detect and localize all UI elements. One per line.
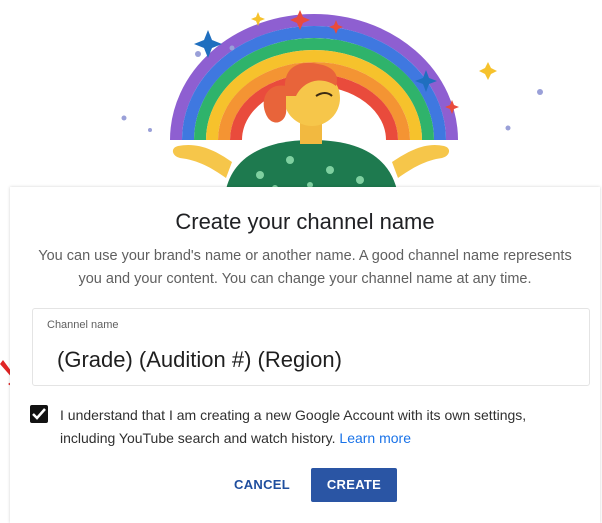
create-button[interactable]: CREATE	[311, 468, 397, 502]
channel-name-input[interactable]	[57, 343, 577, 377]
check-icon	[32, 408, 46, 420]
dialog-title: Create your channel name	[175, 209, 435, 234]
create-channel-dialog: Create your channel name You can use you…	[10, 187, 600, 523]
consent-text-block: I understand that I am creating a new Go…	[60, 404, 580, 450]
consent-checkbox[interactable]	[30, 405, 48, 423]
dialog-subtitle: You can use your brand's name or another…	[38, 248, 572, 287]
channel-name-label: Channel name	[47, 319, 119, 331]
learn-more-link[interactable]: Learn more	[339, 430, 411, 446]
rainbow-illustration	[121, 10, 543, 195]
consent-text: I understand that I am creating a new Go…	[60, 407, 527, 446]
channel-name-field[interactable]: Channel name	[32, 308, 590, 386]
cancel-button[interactable]: CANCEL	[222, 468, 302, 502]
